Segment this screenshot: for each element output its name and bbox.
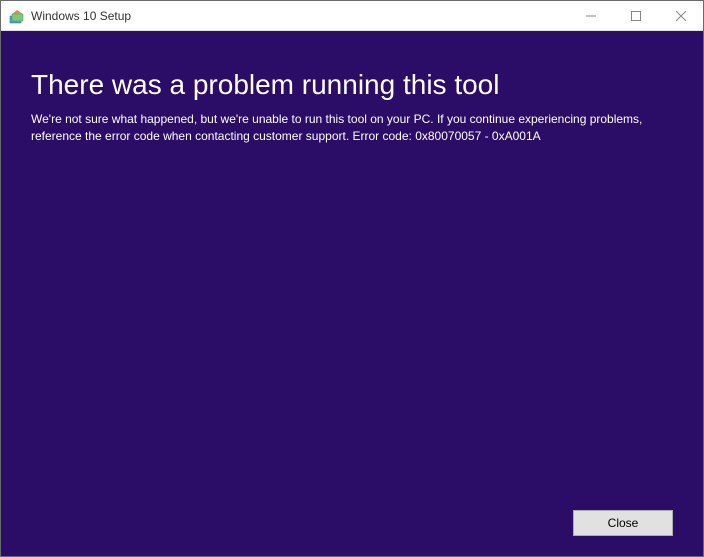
- window-controls: [568, 1, 703, 30]
- setup-window: Windows 10 Setup There was a problem run…: [0, 0, 704, 557]
- app-icon: [9, 8, 25, 24]
- titlebar: Windows 10 Setup: [1, 1, 703, 31]
- minimize-button[interactable]: [568, 1, 613, 30]
- close-button[interactable]: Close: [573, 510, 673, 536]
- button-row: Close: [31, 500, 673, 536]
- maximize-button[interactable]: [613, 1, 658, 30]
- content-area: There was a problem running this tool We…: [1, 31, 703, 556]
- error-heading: There was a problem running this tool: [31, 69, 673, 101]
- error-body: We're not sure what happened, but we're …: [31, 111, 671, 145]
- spacer: [31, 145, 673, 500]
- window-title: Windows 10 Setup: [31, 9, 568, 23]
- close-window-button[interactable]: [658, 1, 703, 30]
